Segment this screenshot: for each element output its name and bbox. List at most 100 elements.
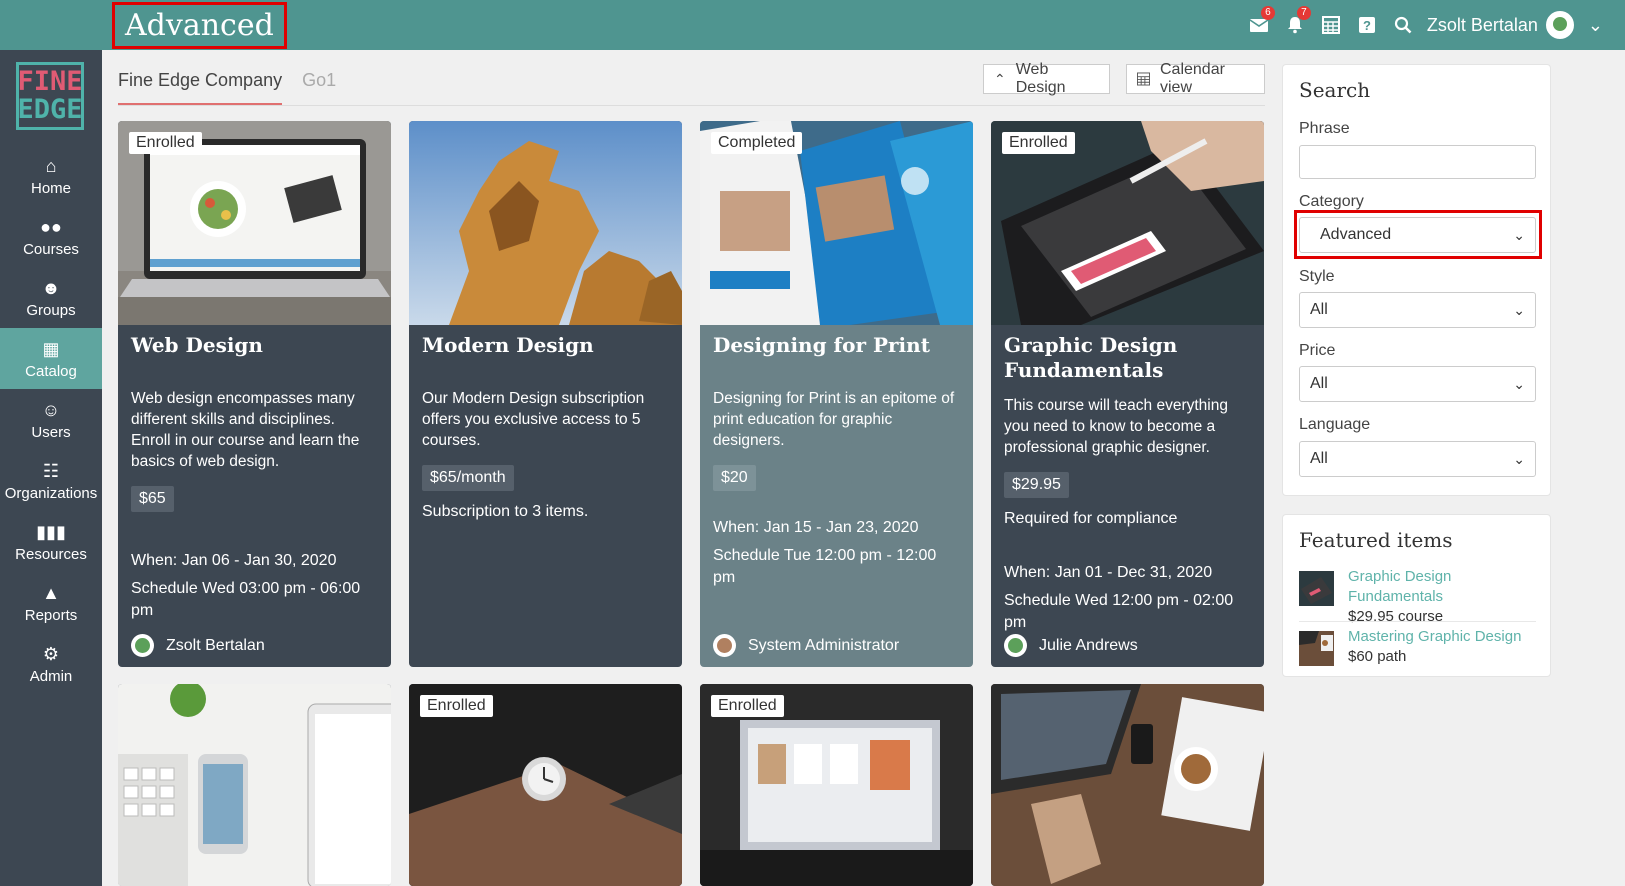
sidebar-item-catalog[interactable]: ▦ Catalog [0, 328, 102, 389]
card-title[interactable]: Graphic Design Fundamentals [1004, 333, 1251, 383]
course-card-modern-design[interactable]: Modern Design Our Modern Design subscrip… [409, 121, 682, 667]
top-icons: 6 7 ? Zsolt Bertalan ⌄ [1241, 0, 1625, 50]
calendar-view-button[interactable]: Calendar view [1126, 61, 1265, 96]
sidebar-item-organizations[interactable]: ☷ Organizations [0, 450, 102, 511]
logo-line-2: EDGE [17, 94, 83, 125]
course-card-graphic-design-fundamentals[interactable]: Enrolled Graphic Design Fundamentals Thi… [991, 121, 1264, 667]
featured-item[interactable]: Mastering Graphic Design $60 path [1299, 627, 1521, 666]
sidebar-item-users[interactable]: ☺ Users [0, 389, 102, 450]
language-select[interactable]: All ⌄ [1299, 441, 1536, 477]
gear-icon: ⚙ [42, 643, 60, 664]
sidebar-item-courses[interactable]: ●● Courses [0, 206, 102, 267]
card-description: Our Modern Design subscription offers yo… [422, 390, 645, 449]
sidebar-item-reports[interactable]: ▲ Reports [0, 572, 102, 633]
organizations-icon: ☷ [42, 460, 60, 481]
sidebar-item-label: Catalog [25, 362, 77, 380]
user-name[interactable]: Zsolt Bertalan [1427, 15, 1538, 36]
phrase-input[interactable] [1299, 145, 1536, 179]
sidebar-item-admin[interactable]: ⚙ Admin [0, 633, 102, 694]
card-schedule: Schedule Wed 12:00 pm - 02:00 pm [1004, 592, 1234, 631]
phrase-label: Phrase [1299, 120, 1350, 137]
course-image [991, 684, 1264, 886]
course-card[interactable]: Enrolled [409, 684, 682, 886]
card-price: $29.95 [1004, 472, 1069, 498]
style-label: Style [1299, 268, 1335, 285]
style-select-value: All [1310, 301, 1328, 318]
calendar-button[interactable] [1313, 0, 1349, 50]
card-title[interactable]: Web Design [131, 333, 378, 358]
card-price: $65/month [422, 465, 514, 491]
card-body: Graphic Design Fundamentals This course … [1004, 333, 1251, 634]
featured-title: Featured items [1299, 528, 1453, 552]
card-body: Designing for Print Designing for Print … [713, 333, 960, 589]
calendar-icon [1321, 16, 1340, 34]
messages-button[interactable]: 6 [1241, 0, 1277, 50]
card-price: $20 [713, 465, 756, 491]
resources-icon: ▮▮▮ [36, 521, 66, 542]
courses-icon: ●● [40, 216, 62, 237]
card-title[interactable]: Designing for Print [713, 333, 960, 358]
sidebar-item-label: Groups [26, 301, 76, 319]
course-card-designing-for-print[interactable]: Completed Designing for Print Designing … [700, 121, 973, 667]
card-author: Julie Andrews [1004, 634, 1138, 657]
card-author-name: Zsolt Bertalan [166, 636, 265, 654]
category-filter-button[interactable]: ⌃ Web Design [983, 61, 1110, 96]
chevron-down-icon[interactable]: ⌄ [1588, 15, 1603, 36]
messages-badge: 6 [1260, 6, 1275, 20]
card-author: System Administrator [713, 634, 899, 657]
chevron-down-icon: ⌄ [1513, 450, 1525, 467]
featured-thumbnail [1299, 631, 1334, 666]
featured-item-link[interactable]: Mastering Graphic Design [1348, 627, 1521, 647]
course-card[interactable] [991, 684, 1264, 886]
card-note: Subscription to 3 items. [422, 503, 589, 520]
card-note: Required for compliance [1004, 510, 1178, 527]
logo[interactable]: FINE EDGE [16, 62, 84, 130]
sidebar-item-label: Users [31, 423, 71, 441]
card-author-name: System Administrator [748, 636, 900, 654]
home-icon: ⌂ [45, 155, 57, 176]
tab-go1[interactable]: Go1 [302, 64, 336, 106]
card-price: $65 [131, 486, 174, 512]
course-card[interactable]: Enrolled [700, 684, 973, 886]
logo-line-1: FINE [17, 66, 83, 97]
top-bar: Advanced 6 7 ? Zsolt Bertalan ⌄ [0, 0, 1625, 50]
calendar-icon [1137, 72, 1150, 86]
card-description: This course will teach everything you ne… [1004, 397, 1228, 456]
search-button[interactable] [1385, 0, 1421, 50]
course-image: Enrolled [700, 684, 973, 886]
course-image: Enrolled [118, 121, 391, 325]
card-when: When: Jan 15 - Jan 23, 2020 [713, 519, 919, 536]
style-select[interactable]: All ⌄ [1299, 292, 1536, 328]
page-title: Advanced [112, 2, 287, 49]
chevron-down-icon: ⌄ [1513, 301, 1525, 318]
status-badge: Enrolled [1002, 132, 1075, 154]
help-button[interactable]: ? [1349, 0, 1385, 50]
featured-thumbnail [1299, 571, 1334, 606]
sidebar-item-home[interactable]: ⌂ Home [0, 145, 102, 206]
tab-fine-edge-company[interactable]: Fine Edge Company [118, 64, 283, 106]
sidebar-item-label: Organizations [4, 484, 98, 502]
course-card[interactable] [118, 684, 391, 886]
sidebar-nav: ⌂ Home ●● Courses ☻ Groups ▦ Catalog ☺ U… [0, 145, 102, 694]
status-badge: Enrolled [711, 695, 784, 717]
notifications-badge: 7 [1296, 6, 1311, 20]
featured-item[interactable]: Graphic Design Fundamentals $29.95 cours… [1299, 567, 1468, 626]
course-card-web-design[interactable]: Enrolled Web Design Web design encompass… [118, 121, 391, 667]
featured-item-link[interactable]: Graphic Design Fundamentals [1348, 567, 1468, 607]
avatar [1004, 634, 1027, 657]
card-author-name: Julie Andrews [1039, 636, 1138, 654]
notifications-button[interactable]: 7 [1277, 0, 1313, 50]
featured-item-sub: $29.95 course [1348, 608, 1444, 625]
card-title[interactable]: Modern Design [422, 333, 669, 358]
avatar[interactable] [1545, 11, 1574, 39]
sidebar-item-label: Reports [24, 606, 78, 624]
card-schedule: Schedule Tue 12:00 pm - 12:00 pm [713, 547, 937, 586]
status-badge: Enrolled [129, 132, 202, 154]
language-label: Language [1299, 416, 1371, 433]
sidebar-item-resources[interactable]: ▮▮▮ Resources [0, 511, 102, 572]
sidebar-item-groups[interactable]: ☻ Groups [0, 267, 102, 328]
sidebar: FINE EDGE ⌂ Home ●● Courses ☻ Groups ▦ C… [0, 50, 102, 886]
price-select-value: All [1310, 375, 1328, 392]
price-label: Price [1299, 342, 1336, 359]
price-select[interactable]: All ⌄ [1299, 366, 1536, 402]
